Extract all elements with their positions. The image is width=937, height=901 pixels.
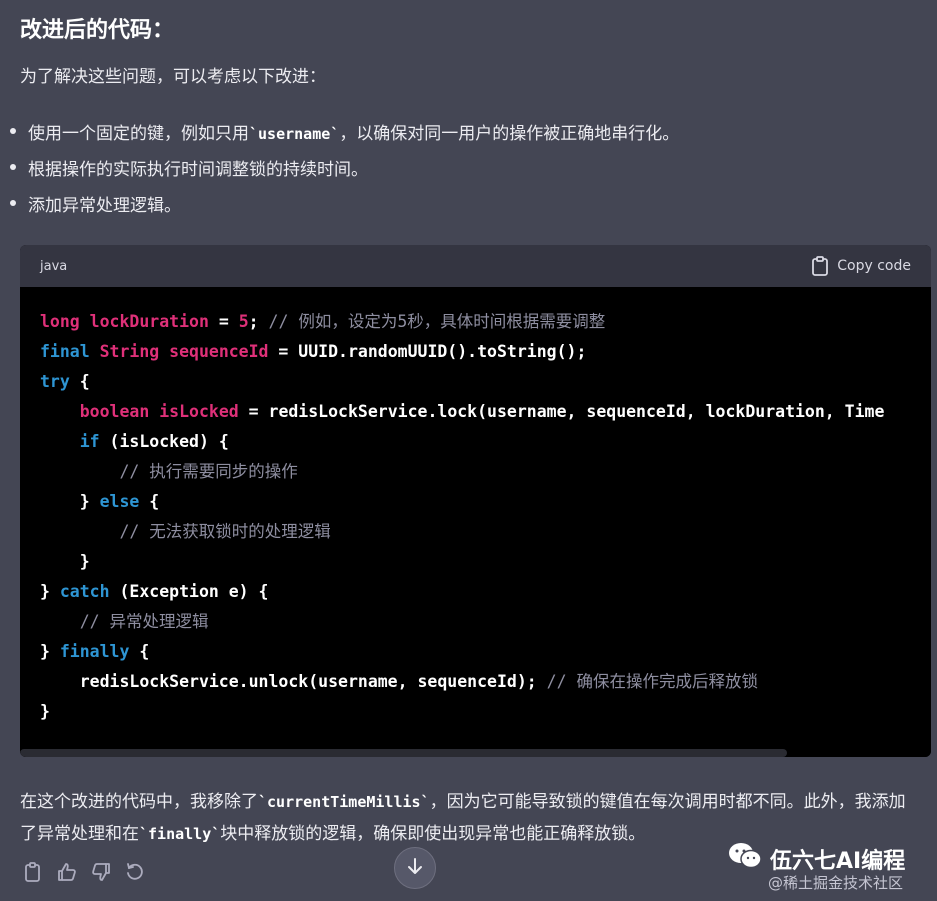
explanation-paragraph: 在这个改进的代码中，我移除了`currentTimeMillis`，因为它可能导… [20,786,920,850]
list-item-text: 根据操作的实际执行时间调整锁的持续时间。 [28,160,368,180]
copy-code-label: Copy code [837,258,911,274]
code-line: // 执行需要同步的操作 [40,457,931,487]
watermark-subtitle: @稀土掘金技术社区 [768,874,904,892]
code-line: if (isLocked) { [40,427,931,457]
code-token: (isLocked) { [99,432,229,451]
code-keyword: catch [59,582,110,601]
code-token: ; [248,312,269,331]
code-content[interactable]: long lockDuration = 5; // 例如，设定为5秒，具体时间根… [20,287,931,727]
code-language-label: java [40,258,68,274]
code-token: { [69,372,90,391]
code-token: } [40,642,60,661]
code-line: } [40,547,931,577]
code-token: = UUID.randomUUID().toString(); [268,342,587,361]
list-item-text: ，以确保对同一用户的操作被正确地串行化。 [339,124,680,144]
code-block: java Copy code long lockDuration = 5; //… [20,245,931,757]
section-heading: 改进后的代码： [20,18,175,43]
inline-code: `currentTimeMillis` [258,793,430,811]
code-token: } [40,492,100,511]
code-token: { [129,642,150,661]
code-comment: // 无法获取锁时的处理逻辑 [119,522,331,541]
code-keyword: finally [59,642,130,661]
improvement-list: 使用一个固定的键，例如只用`username`，以确保对同一用户的操作被正确地串… [0,120,930,228]
code-keyword: else [99,492,140,511]
code-line: redisLockService.unlock(username, sequen… [40,667,931,697]
list-item: 根据操作的实际执行时间调整锁的持续时间。 [0,156,930,192]
code-block-header: java Copy code [20,245,931,287]
scroll-down-button[interactable] [394,847,436,889]
code-line: final String sequenceId = UUID.randomUUI… [40,337,931,367]
list-item: 添加异常处理逻辑。 [0,192,930,228]
code-token: } [40,582,60,601]
code-comment: // 执行需要同步的操作 [119,462,298,481]
code-comment: // 例如，设定为5秒，具体时间根据需要调整 [268,312,606,331]
watermark: 伍六七AI编程 [728,842,905,876]
clipboard-icon [811,256,829,276]
code-token: { [139,492,160,511]
horizontal-scrollbar[interactable] [20,747,931,757]
inline-code: `finally` [139,825,221,843]
wechat-icon [728,842,762,876]
code-line: } finally { [40,637,931,667]
code-line: long lockDuration = 5; // 例如，设定为5秒，具体时间根… [40,307,931,337]
copy-code-button[interactable]: Copy code [811,256,911,276]
code-comment: // 确保在操作完成后释放锁 [546,672,758,691]
watermark-title: 伍六七AI编程 [770,849,906,874]
code-token: (Exception e) { [109,582,269,601]
inline-code: `username` [249,125,340,143]
code-token: } [40,552,90,571]
code-token-highlight: 5 [238,312,249,331]
thumbs-up-icon[interactable] [56,861,78,883]
clipboard-icon[interactable] [22,861,44,883]
message-actions [22,861,146,883]
code-line: } [40,697,931,727]
code-line: try { [40,367,931,397]
bullet-dot [10,128,16,134]
code-token: } [40,702,50,721]
code-token-highlight: boolean isLocked [79,402,239,421]
arrow-down-icon [406,857,424,879]
code-comment: // 异常处理逻辑 [79,612,209,631]
explanation-text: 块中释放锁的逻辑，确保即使出现异常也能正确释放锁。 [220,824,646,844]
explanation-text: 在这个改进的代码中，我移除了 [20,792,258,812]
intro-paragraph: 为了解决这些问题，可以考虑以下改进： [20,67,326,87]
code-token: = [208,312,239,331]
chat-message-page: 改进后的代码： 为了解决这些问题，可以考虑以下改进： 使用一个固定的键，例如只用… [0,0,937,901]
code-line: // 无法获取锁时的处理逻辑 [40,517,931,547]
list-item: 使用一个固定的键，例如只用`username`，以确保对同一用户的操作被正确地串… [0,120,930,156]
regenerate-icon[interactable] [124,861,146,883]
code-token: = redisLockService.lock(username, sequen… [238,402,885,421]
code-keyword: final [40,342,90,361]
code-token-highlight: String sequenceId [99,342,269,361]
scrollbar-thumb[interactable] [20,749,787,757]
code-line: // 异常处理逻辑 [40,607,931,637]
code-line: boolean isLocked = redisLockService.lock… [40,397,931,427]
code-line: } catch (Exception e) { [40,577,931,607]
code-keyword: if [79,432,100,451]
list-item-text: 使用一个固定的键，例如只用 [28,124,249,144]
code-keyword: try [40,372,70,391]
thumbs-down-icon[interactable] [90,861,112,883]
bullet-dot [10,164,16,170]
list-item-text: 添加异常处理逻辑。 [28,196,181,216]
code-token: redisLockService.unlock(username, sequen… [40,672,547,691]
code-token-highlight: long lockDuration [40,312,209,331]
code-line: } else { [40,487,931,517]
bullet-dot [10,200,16,206]
